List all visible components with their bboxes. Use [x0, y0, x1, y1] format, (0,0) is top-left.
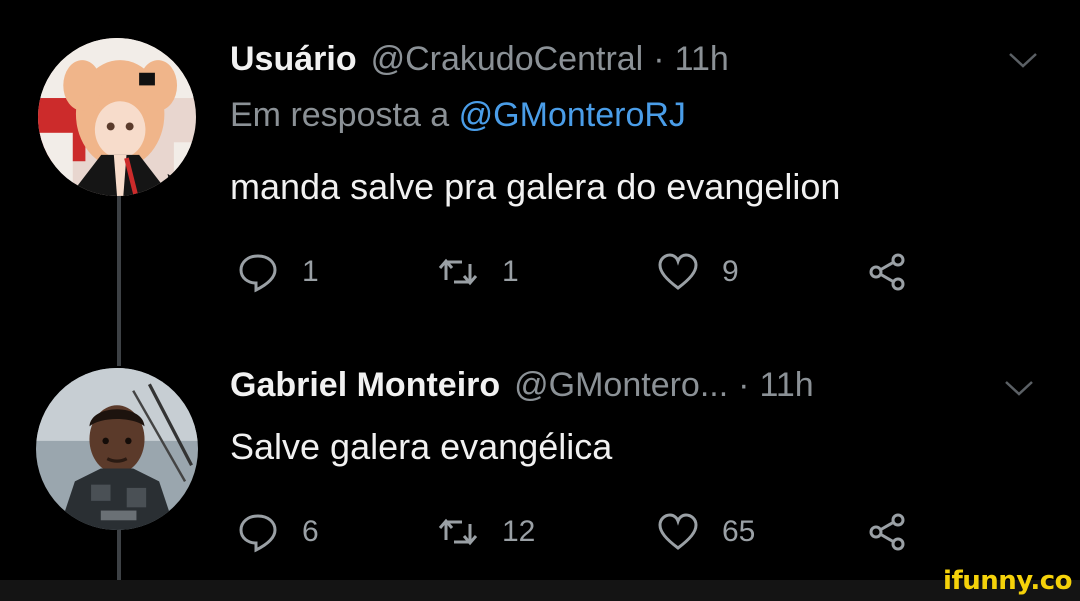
- reply-count: 6: [302, 515, 319, 548]
- reply-mention-link[interactable]: @GMonteroRJ: [459, 96, 686, 134]
- tweet-text: Salve galera evangélica: [230, 426, 613, 467]
- like-button[interactable]: 65: [656, 510, 755, 554]
- tweet-text: manda salve pra galera do evangelion: [230, 166, 841, 207]
- share-icon: [869, 253, 905, 291]
- share-button[interactable]: [866, 510, 910, 554]
- user-avatar[interactable]: [36, 368, 198, 530]
- retweet-count: 1: [502, 255, 519, 288]
- user-avatar[interactable]: [38, 38, 196, 196]
- reply-context: Em resposta a @GMonteroRJ: [230, 96, 686, 135]
- reply-icon: [239, 254, 277, 293]
- share-button[interactable]: [866, 250, 910, 294]
- reply-icon: [239, 514, 277, 553]
- watermark-bar: [0, 580, 1080, 601]
- reply-prefix: Em resposta a: [230, 96, 450, 134]
- share-icon: [869, 513, 905, 551]
- separator-dot: ·: [653, 40, 665, 78]
- tweet-actions: 1 1 9: [236, 250, 936, 294]
- reply-button[interactable]: 6: [236, 510, 319, 554]
- user-handle[interactable]: @CrakudoCentral: [371, 40, 644, 79]
- like-count: 65: [722, 515, 756, 548]
- anime-girl-avatar-icon: [38, 38, 196, 196]
- man-photo-avatar-icon: [36, 368, 198, 530]
- reply-count: 1: [302, 255, 319, 288]
- tweet[interactable]: Gabriel Monteiro @GMontero... · 11h Salv…: [0, 330, 1080, 580]
- heart-icon: [658, 253, 698, 290]
- tweet-timestamp[interactable]: 11h: [760, 366, 814, 405]
- separator-dot: ·: [738, 366, 750, 404]
- retweet-button[interactable]: 12: [436, 510, 535, 554]
- heart-icon: [658, 513, 698, 550]
- reply-button[interactable]: 1: [236, 250, 319, 294]
- chevron-down-icon[interactable]: [1006, 48, 1040, 72]
- retweet-icon: [438, 258, 478, 286]
- ifunny-watermark: ifunny.co: [943, 566, 1072, 596]
- user-handle[interactable]: @GMontero...: [514, 366, 728, 405]
- chevron-down-icon[interactable]: [1002, 376, 1036, 400]
- like-count: 9: [722, 255, 739, 288]
- display-name[interactable]: Gabriel Monteiro: [230, 366, 500, 405]
- tweet-header: Gabriel Monteiro @GMontero... · 11h: [230, 366, 814, 405]
- retweet-icon: [438, 518, 478, 546]
- retweet-button[interactable]: 1: [436, 250, 519, 294]
- tweet-actions: 6 12 65: [236, 510, 936, 554]
- tweet-timestamp[interactable]: 11h: [675, 40, 729, 79]
- tweet[interactable]: Usuário @CrakudoCentral · 11h Em respost…: [0, 0, 1080, 330]
- display-name[interactable]: Usuário: [230, 40, 357, 79]
- tweet-header: Usuário @CrakudoCentral · 11h: [230, 40, 729, 79]
- like-button[interactable]: 9: [656, 250, 739, 294]
- retweet-count: 12: [502, 515, 536, 548]
